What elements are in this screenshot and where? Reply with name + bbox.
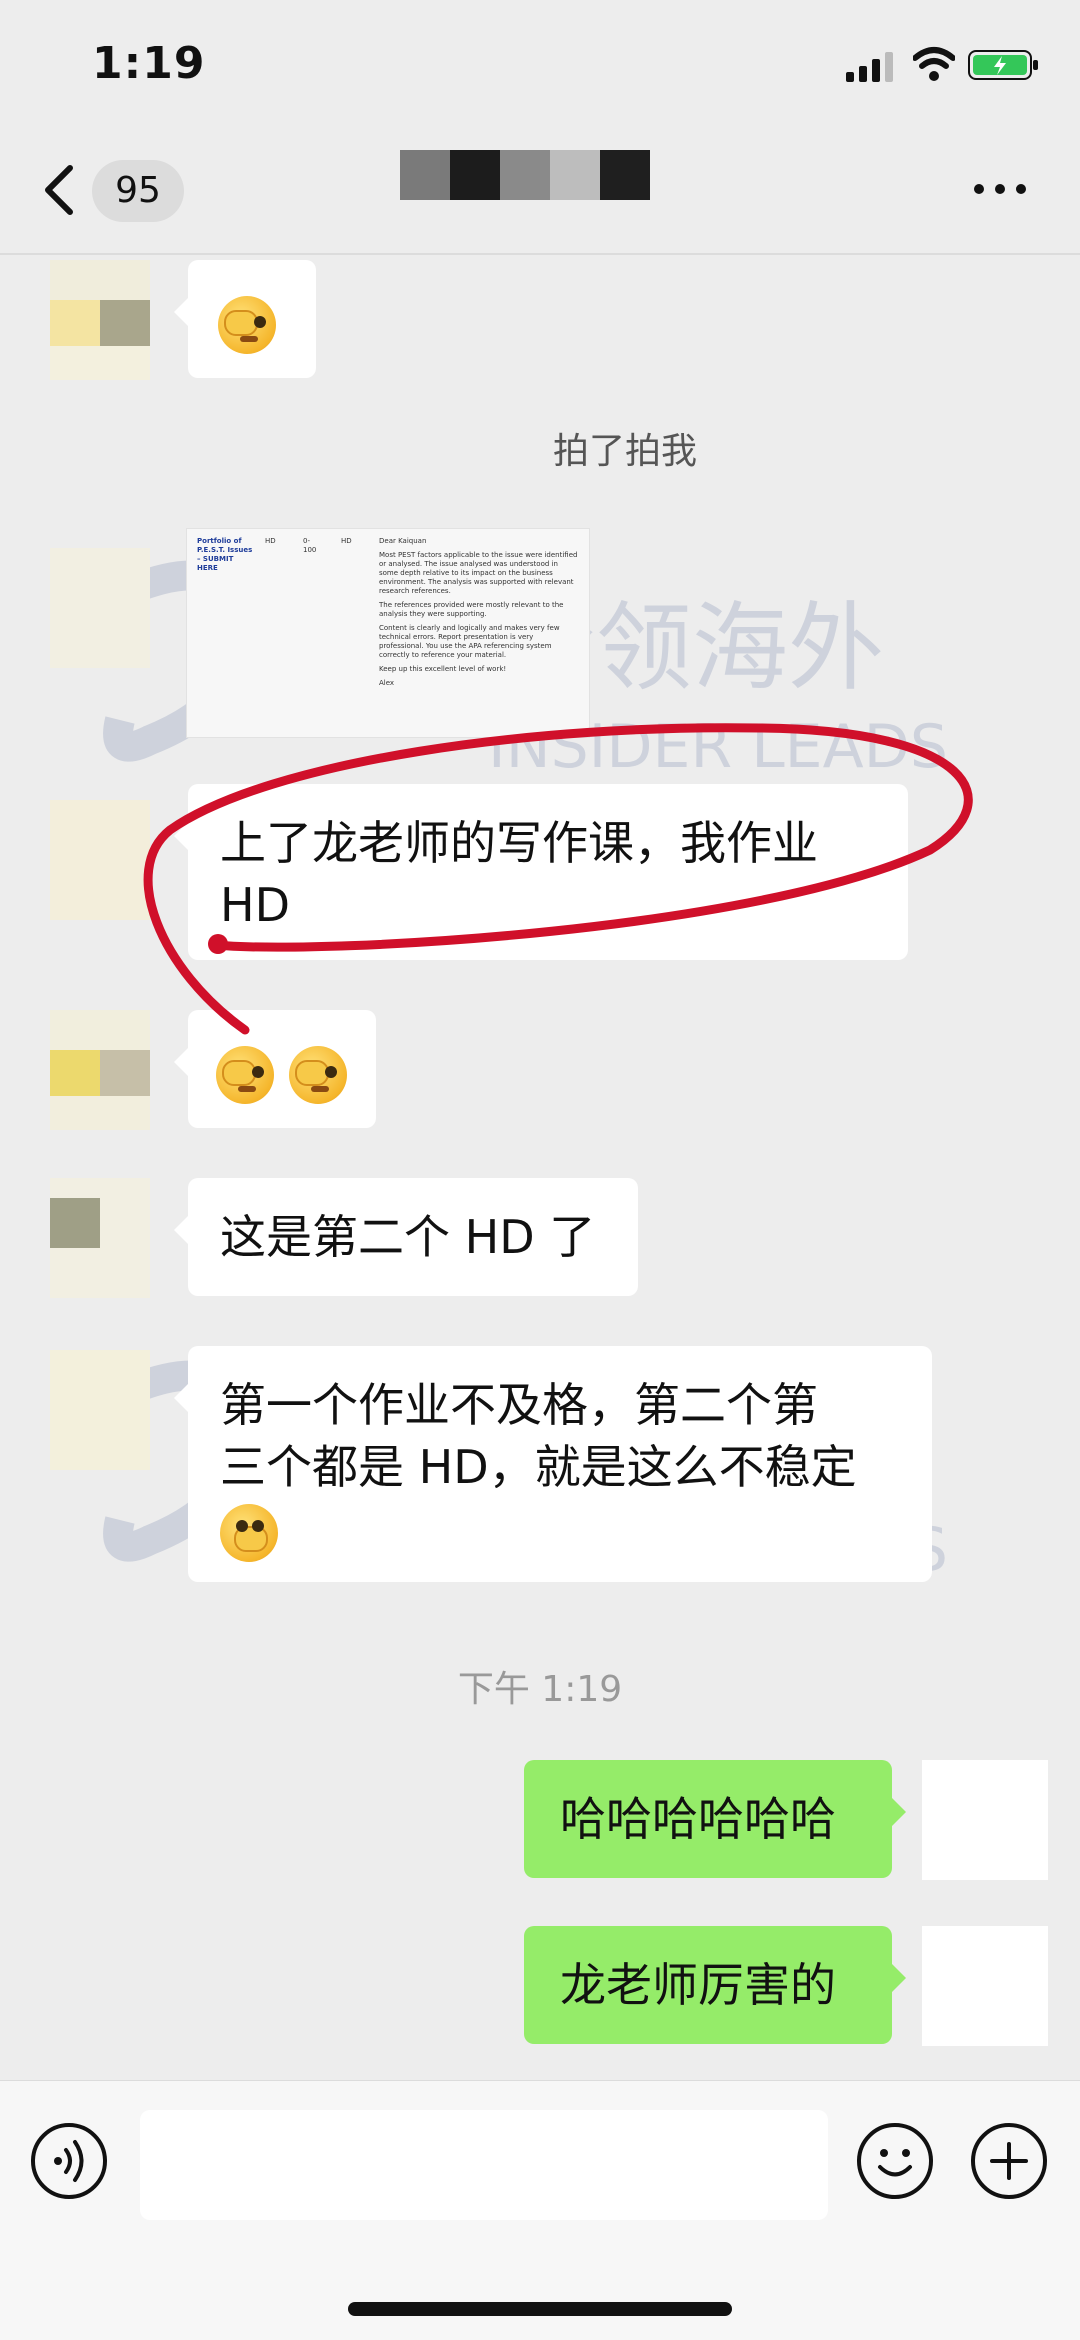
message-bubble-text[interactable]: 第一个作业不及格，第二个第 三个都是 HD，就是这么不稳定 — [174, 1346, 932, 1582]
nav-divider — [0, 253, 1080, 255]
plus-circle-icon[interactable] — [970, 2122, 1048, 2200]
facepalm-laugh-emoji — [220, 1503, 278, 1562]
avatar[interactable] — [50, 1350, 150, 1470]
avatar[interactable] — [50, 1178, 150, 1298]
home-indicator — [348, 2302, 732, 2316]
screenshot-feedback: Dear Kaiquan Most PEST factors applicabl… — [379, 537, 578, 687]
message-bubble-outgoing[interactable]: 龙老师厉害的 — [524, 1926, 906, 2044]
voice-icon[interactable] — [30, 2122, 108, 2200]
facepalm-peek-emoji — [216, 1045, 274, 1104]
message-bubble-outgoing[interactable]: 哈哈哈哈哈哈 — [524, 1760, 906, 1878]
screenshot-col-grade: HD — [265, 537, 276, 545]
screenshot-col-title: Portfolio of P.E.S.T. Issues – SUBMIT HE… — [197, 537, 253, 572]
chat-title-obscured — [400, 150, 650, 200]
wifi-icon — [913, 47, 955, 81]
message-text-line: 上了龙老师的写作课，我作业 — [220, 816, 818, 870]
message-input[interactable] — [140, 2110, 828, 2220]
avatar[interactable] — [50, 548, 150, 668]
message-text-line: 第一个作业不及格，第二个第 — [220, 1378, 818, 1432]
chevron-left-icon[interactable] — [38, 160, 80, 220]
message-bubble-text[interactable]: 这是第二个 HD 了 — [174, 1178, 638, 1296]
pat-notice: 拍了拍我 — [552, 431, 697, 472]
avatar[interactable] — [50, 800, 150, 920]
status-time: 1:19 — [92, 38, 206, 89]
message-text-line: HD — [220, 878, 291, 932]
my-avatar[interactable] — [922, 1760, 1048, 1880]
my-avatar[interactable] — [922, 1926, 1048, 2046]
facepalm-peek-emoji — [288, 1045, 347, 1104]
assignment-screenshot-image[interactable]: Portfolio of P.E.S.T. Issues – SUBMIT HE… — [186, 528, 590, 738]
avatar[interactable] — [50, 1010, 150, 1130]
screenshot-col-result: HD — [341, 537, 352, 545]
more-dots-icon[interactable] — [972, 182, 1028, 196]
message-bubble-text[interactable]: 上了龙老师的写作课，我作业 HD — [174, 784, 908, 960]
emoji-icon[interactable] — [856, 2122, 934, 2200]
facepalm-peek-emoji — [218, 295, 276, 354]
message-bubble-emoji[interactable] — [174, 260, 316, 378]
signal-icon — [846, 52, 893, 82]
time-divider: 下午 1:19 — [457, 1669, 623, 1710]
message-text-line: 三个都是 HD，就是这么不稳定 — [220, 1440, 857, 1494]
avatar[interactable] — [50, 260, 150, 380]
screenshot-col-range: 0- 100 — [303, 537, 317, 554]
message-bubble-emoji[interactable] — [174, 1010, 376, 1128]
battery-charging-icon — [968, 50, 1038, 80]
unread-count-badge[interactable]: 95 — [92, 160, 184, 222]
